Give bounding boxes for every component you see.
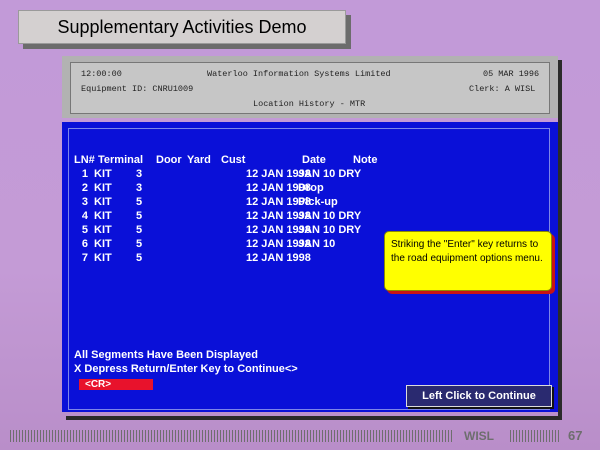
cell-door: 5 [136,196,143,208]
cell-note: Drop [298,182,324,194]
table-row: 7 KIT 5 12 JAN 1998 [74,252,404,266]
table-row: 4 KIT 5 12 JAN 1998 JAN 10 DRY [74,210,404,224]
cell-door: 5 [136,252,143,264]
cell-terminal: KIT [94,224,112,236]
callout-note: Striking the "Enter" key returns to the … [384,231,552,291]
table-row: 6 KIT 5 12 JAN 1998 JAN 10 [74,238,404,252]
cell-terminal: KIT [94,168,112,180]
cell-note: Pick-up [298,196,338,208]
footer: WISL 67 [0,428,600,446]
header-screen-title: Location History - MTR [253,99,366,109]
cell-door: 5 [136,238,143,250]
segments-message: All Segments Have Been Displayed [74,349,259,361]
cell-terminal: KIT [94,196,112,208]
header-clerk: Clerk: A WISL [469,84,536,94]
cell-date: 12 JAN 1998 [246,252,311,264]
header-equipment: Equipment ID: CNRU1009 [81,84,194,94]
cell-ln: 2 [81,182,88,194]
col-header-ln: LN# [74,154,95,166]
cell-ln: 1 [81,168,88,180]
cell-door: 5 [136,224,143,236]
cell-terminal: KIT [94,238,112,250]
cell-note: JAN 10 [298,238,336,250]
table-row: 3 KIT 5 12 JAN 1998 Pick-up [74,196,404,210]
terminal-header-panel: 12:00:00 Waterloo Information Systems Li… [70,62,550,114]
header-date: 05 MAR 1996 [483,69,540,79]
terminal-header: 12:00:00 Waterloo Information Systems Li… [62,56,558,118]
table-row: 1 KIT 3 12 JAN 1998 JAN 10 DRY [74,168,404,182]
col-header-date: Date [302,154,326,166]
cell-terminal: KIT [94,210,112,222]
cell-ln: 3 [81,196,88,208]
table-row: 2 KIT 3 12 JAN 1998 Drop [74,182,404,196]
footer-brand: WISL [464,429,494,443]
header-company: Waterloo Information Systems Limited [207,69,391,79]
cell-terminal: KIT [94,252,112,264]
cell-ln: 6 [81,238,88,250]
col-header-door: Door [156,154,182,166]
continue-button[interactable]: Left Click to Continue [406,385,552,407]
cell-ln: 5 [81,224,88,236]
continue-prompt: X Depress Return/Enter Key to Continue<> [74,363,298,375]
header-time: 12:00:00 [81,69,122,79]
footer-barcode-left [10,430,454,442]
col-header-cust: Cust [221,154,246,166]
cell-door: 3 [136,182,143,194]
table-header-row: LN# Terminal Door Yard Cust Date Note [74,154,404,168]
col-header-note: Note [353,154,378,166]
cell-terminal: KIT [94,182,112,194]
footer-barcode-right [510,430,560,442]
cell-note: JAN 10 DRY [298,210,362,222]
cell-door: 3 [136,168,143,180]
cell-note: JAN 10 DRY [298,224,362,236]
col-header-terminal: Terminal [98,154,144,166]
table-row: 5 KIT 5 12 JAN 1998 JAN 10 DRY [74,224,404,238]
cell-note: JAN 10 DRY [298,168,362,180]
cell-door: 5 [136,210,143,222]
cr-input-field[interactable]: <CR> [79,379,153,390]
cell-ln: 7 [81,252,88,264]
page-number: 67 [568,428,583,443]
cell-ln: 4 [81,210,88,222]
col-header-yard: Yard [187,154,211,166]
slide-title: Supplementary Activities Demo [18,10,346,44]
